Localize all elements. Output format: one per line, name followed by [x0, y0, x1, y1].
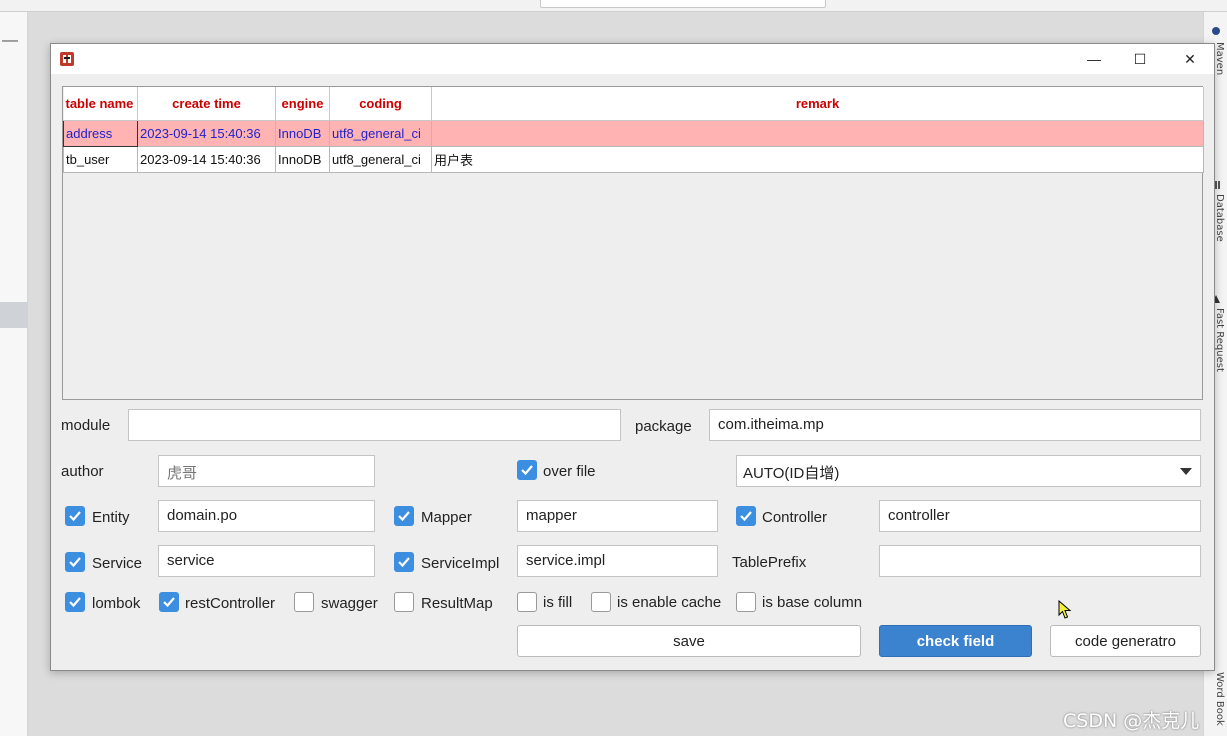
- cell-create-time[interactable]: 2023-09-14 15:40:36: [137, 145, 276, 173]
- check-field-button[interactable]: check field: [879, 625, 1032, 657]
- ide-toolbar: [0, 0, 1227, 12]
- restcontroller-label: restController: [185, 595, 276, 612]
- base-column-checkbox[interactable]: [736, 592, 756, 612]
- module-label: module: [61, 417, 111, 434]
- serviceimpl-checkbox[interactable]: [394, 552, 414, 572]
- author-label: author: [61, 463, 104, 480]
- mapper-checkbox[interactable]: [394, 506, 414, 526]
- column-header-create-time[interactable]: create time: [137, 87, 276, 121]
- check-icon: [69, 597, 81, 608]
- over-file-label: over file: [543, 463, 596, 480]
- table-list[interactable]: table name create time engine coding rem…: [62, 86, 1204, 400]
- isfill-label: is fill: [543, 594, 573, 611]
- tab-word-book[interactable]: Word Book: [1209, 672, 1225, 726]
- entity-checkbox[interactable]: [65, 506, 85, 526]
- chevron-down-icon: [1180, 468, 1192, 475]
- enable-cache-label: is enable cache: [617, 594, 722, 611]
- cell-coding[interactable]: utf8_general_ci: [329, 119, 432, 147]
- save-button[interactable]: save: [517, 625, 861, 657]
- package-label: package: [635, 418, 692, 435]
- controller-package-input[interactable]: controller: [879, 500, 1201, 532]
- close-button[interactable]: ✕: [1167, 44, 1213, 74]
- base-column-label: is base column: [762, 594, 863, 611]
- service-label: Service: [92, 555, 143, 572]
- column-header-engine[interactable]: engine: [275, 87, 330, 121]
- minimize-button[interactable]: —: [1071, 44, 1117, 74]
- code-generatro-button[interactable]: code generatro: [1050, 625, 1201, 657]
- cell-table-name[interactable]: tb_user: [63, 145, 138, 173]
- table-row[interactable]: address 2023-09-14 15:40:36 InnoDB utf8_…: [63, 119, 1204, 147]
- id-type-select[interactable]: AUTO(ID自增): [736, 455, 1201, 487]
- cell-engine[interactable]: InnoDB: [275, 119, 330, 147]
- serviceimpl-package-input[interactable]: service.impl: [517, 545, 718, 577]
- serviceimpl-label: ServiceImpl: [421, 555, 500, 572]
- check-icon: [69, 557, 81, 568]
- check-icon: [163, 597, 175, 608]
- watermark: CSDN @杰克儿: [1063, 710, 1200, 732]
- tables-grid: table name create time engine coding rem…: [63, 87, 1204, 173]
- table-row[interactable]: tb_user 2023-09-14 15:40:36 InnoDB utf8_…: [63, 145, 1204, 173]
- lombok-checkbox[interactable]: [65, 592, 85, 612]
- author-input[interactable]: 虎哥: [158, 455, 375, 487]
- enable-cache-checkbox[interactable]: [591, 592, 611, 612]
- ide-left-panel: —: [0, 12, 28, 736]
- collapse-icon[interactable]: —: [2, 32, 18, 50]
- service-package-input[interactable]: service: [158, 545, 375, 577]
- mapper-package-input[interactable]: mapper: [517, 500, 718, 532]
- mapper-label: Mapper: [421, 509, 472, 526]
- cell-table-name[interactable]: address: [63, 119, 138, 147]
- resultmap-label: ResultMap: [421, 595, 493, 612]
- code-generator-dialog: — ☐ ✕ table name create time engine codi…: [50, 43, 1215, 671]
- check-icon: [398, 557, 410, 568]
- cell-remark[interactable]: [431, 119, 1204, 147]
- ide-search-field[interactable]: [540, 0, 826, 8]
- table-header-row: table name create time engine coding rem…: [63, 87, 1204, 121]
- cell-coding[interactable]: utf8_general_ci: [329, 145, 432, 173]
- package-input[interactable]: com.itheima.mp: [709, 409, 1201, 441]
- dialog-titlebar[interactable]: — ☐ ✕: [51, 44, 1214, 74]
- cell-create-time[interactable]: 2023-09-14 15:40:36: [137, 119, 276, 147]
- controller-label: Controller: [762, 509, 828, 526]
- tableprefix-label: TablePrefix: [732, 554, 807, 571]
- module-input[interactable]: [128, 409, 621, 441]
- check-icon: [69, 511, 81, 522]
- restcontroller-checkbox[interactable]: [159, 592, 179, 612]
- plugin-icon[interactable]: [1211, 26, 1221, 36]
- ide-left-selection: [0, 302, 28, 328]
- isfill-checkbox[interactable]: [517, 592, 537, 612]
- check-icon: [740, 511, 752, 522]
- mouse-cursor-icon: [1058, 600, 1072, 619]
- check-icon: [398, 511, 410, 522]
- check-icon: [521, 465, 533, 476]
- column-header-table-name[interactable]: table name: [63, 87, 138, 121]
- cell-engine[interactable]: InnoDB: [275, 145, 330, 173]
- id-type-selected-value: AUTO(ID自增): [743, 465, 840, 482]
- lombok-label: lombok: [92, 595, 141, 612]
- column-header-remark[interactable]: remark: [431, 87, 1204, 121]
- swagger-label: swagger: [321, 595, 378, 612]
- controller-checkbox[interactable]: [736, 506, 756, 526]
- tableprefix-input[interactable]: [879, 545, 1201, 577]
- app-logo-icon: [60, 52, 74, 66]
- service-checkbox[interactable]: [65, 552, 85, 572]
- entity-label: Entity: [92, 509, 130, 526]
- entity-package-input[interactable]: domain.po: [158, 500, 375, 532]
- column-header-coding[interactable]: coding: [329, 87, 432, 121]
- resultmap-checkbox[interactable]: [394, 592, 414, 612]
- maximize-button[interactable]: ☐: [1117, 44, 1163, 74]
- over-file-checkbox[interactable]: [517, 460, 537, 480]
- swagger-checkbox[interactable]: [294, 592, 314, 612]
- cell-remark[interactable]: 用户表: [431, 145, 1204, 173]
